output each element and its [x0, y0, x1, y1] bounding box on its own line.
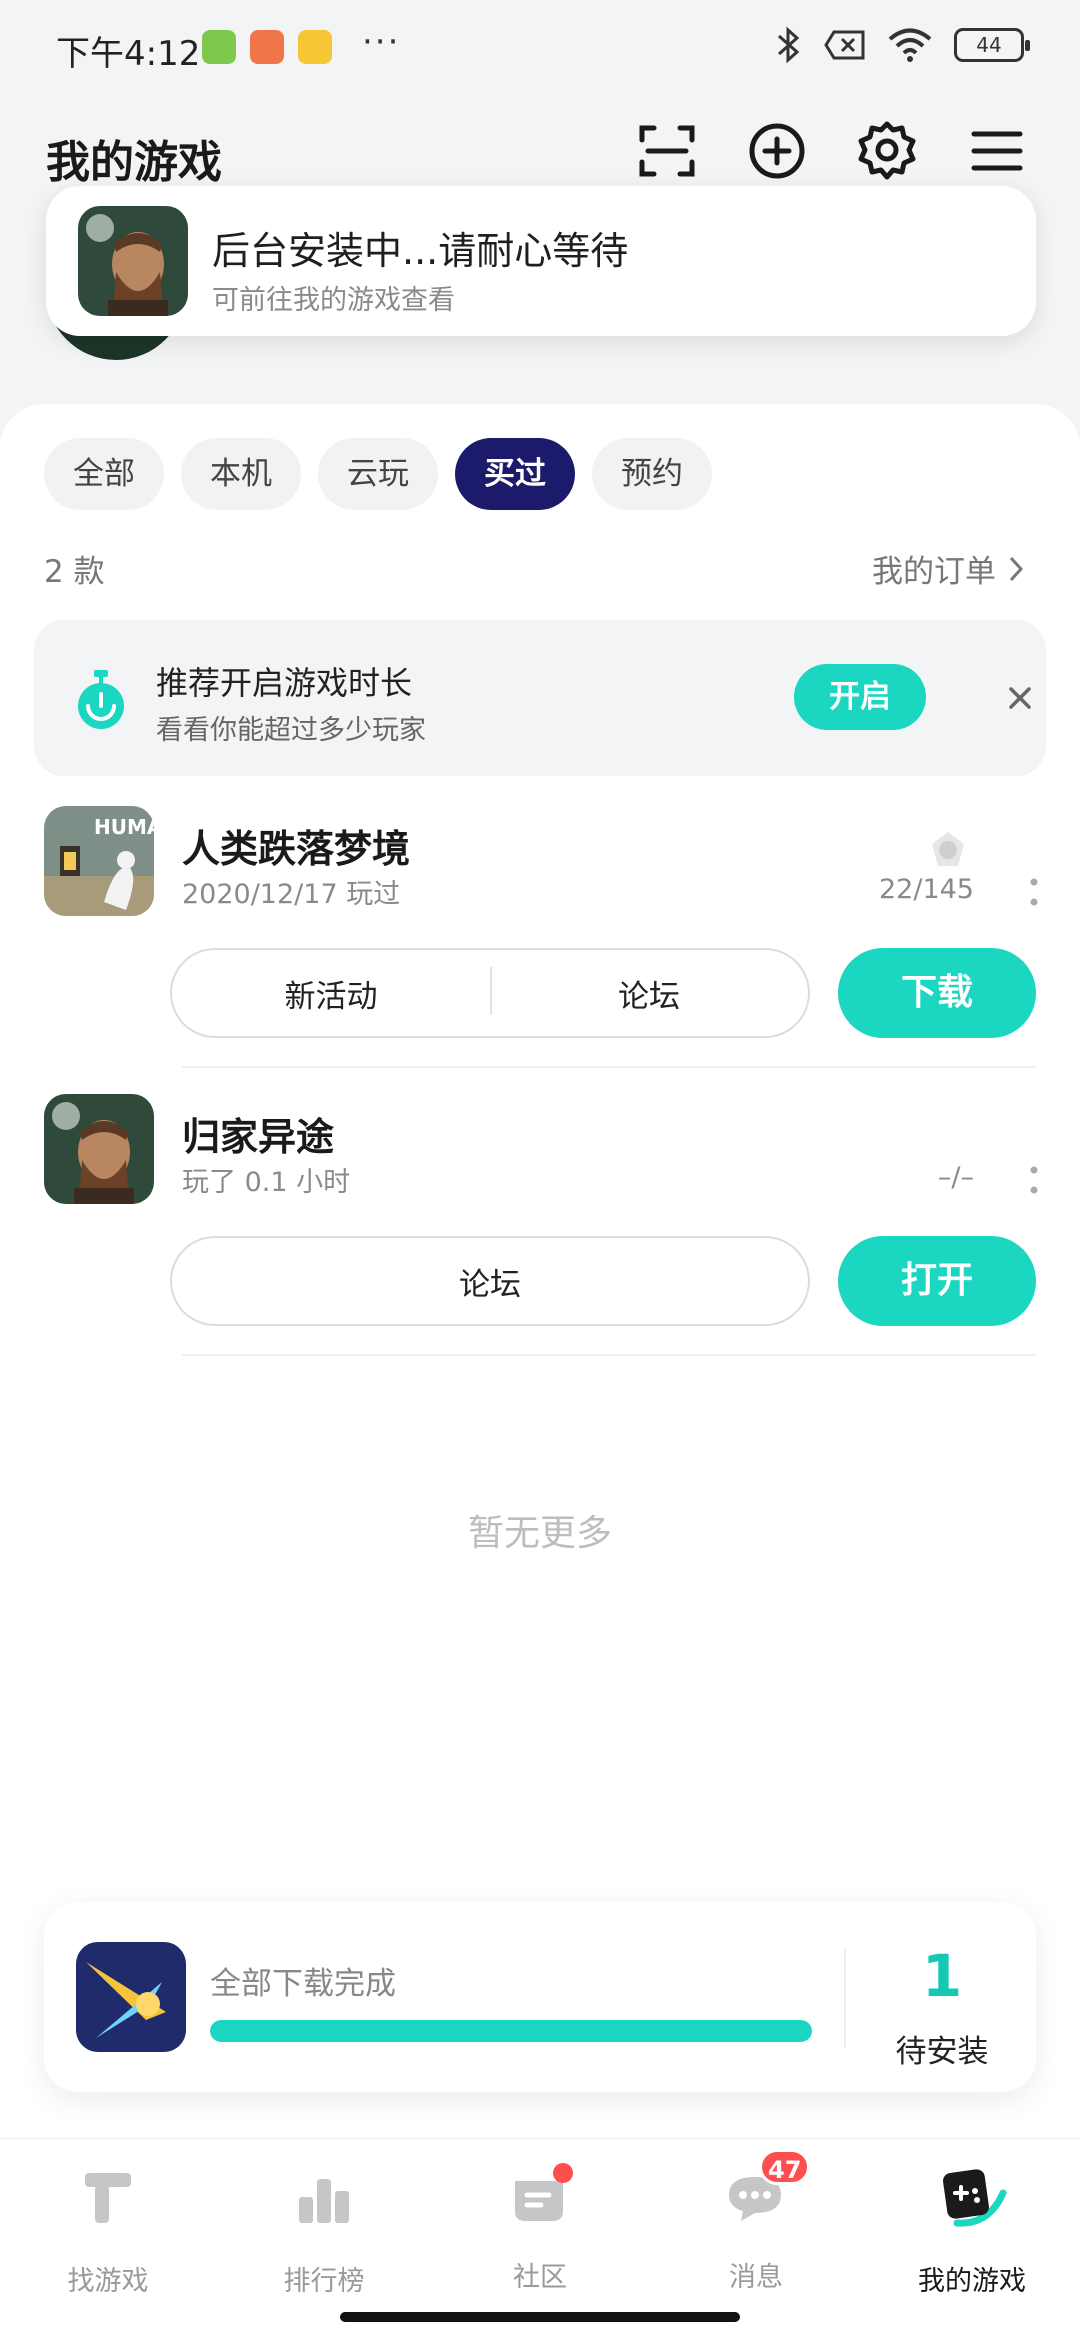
more-notifications-icon: ··· [362, 22, 401, 62]
game-cover-icon: HUMAN [44, 806, 154, 916]
divider [844, 1948, 846, 2048]
tab-local[interactable]: 本机 [181, 438, 301, 510]
svg-text:HUMAN: HUMAN [94, 815, 154, 839]
download-app-icon [202, 30, 236, 64]
promo-subtitle: 看看你能超过多少玩家 [156, 715, 426, 746]
nav-community[interactable]: 社区 [432, 2163, 648, 2294]
menu-icon[interactable] [966, 120, 1028, 182]
game-links: 新活动 论坛 [170, 948, 810, 1038]
bottom-nav: 找游戏 排行榜 社区 47 消息 我的游戏 [0, 2138, 1080, 2340]
community-icon [505, 2163, 575, 2233]
promo-title: 推荐开启游戏时长 [156, 664, 413, 702]
status-bar: 下午4:12 ··· 44 [0, 0, 1080, 92]
tab-cloud[interactable]: 云玩 [318, 438, 438, 510]
tab-purchased[interactable]: 买过 [455, 438, 575, 510]
achievement-progress: 22/145 [879, 874, 974, 905]
nav-find-game[interactable]: 找游戏 [0, 2163, 216, 2298]
status-time: 下午4:12 [56, 34, 201, 74]
ranking-icon [299, 2167, 349, 2223]
home-indicator [340, 2312, 740, 2322]
settings-icon[interactable] [856, 120, 918, 182]
install-toast[interactable]: 后台安装中...请耐心等待 可前往我的游戏查看 [46, 186, 1036, 336]
pending-install-label: 待安装 [895, 2034, 989, 2070]
nav-label: 社区 [513, 2262, 567, 2293]
find-game-icon [85, 2173, 131, 2223]
nav-ranking[interactable]: 排行榜 [216, 2163, 432, 2298]
stopwatch-icon [78, 670, 124, 729]
message-count-badge: 47 [759, 2149, 811, 2185]
forum-button[interactable]: 论坛 [490, 966, 808, 1016]
game-count: 2 款 [44, 554, 105, 590]
my-orders-link[interactable]: 我的订单 [872, 546, 1024, 591]
game-title: 归家异途 [182, 1115, 335, 1159]
more-options-icon[interactable] [1030, 1166, 1038, 1194]
nav-label: 我的游戏 [918, 2266, 1026, 2297]
bluetooth-icon [778, 26, 800, 64]
battery-icon: 44 [954, 28, 1030, 62]
no-more-text: 暂无更多 [467, 1513, 612, 1554]
playtime: 玩了 0.1 小时 [182, 1167, 351, 1198]
game-title: 人类跌落梦境 [182, 827, 411, 871]
game-row[interactable]: HUMAN 人类跌落梦境 2020/12/17 玩过 22/145 新活动 论坛… [0, 806, 1080, 1068]
chevron-right-icon [1009, 556, 1024, 581]
pending-install-count: 1 [921, 1942, 963, 2010]
game-cover-icon [76, 1942, 186, 2052]
nav-messages[interactable]: 47 消息 [648, 2149, 864, 2294]
download-status: 全部下载完成 [210, 1966, 396, 2002]
notification-dot [553, 2163, 573, 2183]
nav-my-games[interactable]: 我的游戏 [864, 2163, 1080, 2298]
forum-button[interactable]: 论坛 [172, 1259, 808, 1304]
no-sim-icon [824, 30, 865, 60]
game-links: 论坛 [170, 1236, 810, 1326]
games-panel: 全部 本机 云玩 买过 预约 2 款 我的订单 推荐开启游戏时长 看看你能超过多… [0, 404, 1080, 2144]
message-icon: 47 [721, 2149, 811, 2233]
download-progress-fill [210, 2020, 812, 2042]
game-cover-icon [78, 206, 188, 316]
divider [182, 1354, 1036, 1356]
meituan-app-icon [298, 30, 332, 64]
more-options-icon[interactable] [1030, 878, 1038, 906]
scan-icon[interactable] [636, 120, 698, 182]
download-button[interactable]: 下载 [838, 948, 1036, 1038]
tab-reserved[interactable]: 预约 [592, 438, 712, 510]
new-events-button[interactable]: 新活动 [172, 971, 490, 1016]
my-games-icon [943, 2169, 1007, 2227]
nav-label: 消息 [729, 2262, 783, 2293]
nav-label: 找游戏 [67, 2266, 149, 2297]
enable-playtime-button[interactable]: 开启 [794, 664, 926, 730]
page-title: 我的游戏 [46, 137, 222, 188]
download-manager-card[interactable]: 全部下载完成 1 待安装 [44, 1902, 1036, 2092]
playtime-promo: 推荐开启游戏时长 看看你能超过多少玩家 开启 [34, 620, 1046, 776]
toast-title: 后台安装中...请耐心等待 [212, 229, 629, 273]
close-icon[interactable] [998, 676, 1042, 720]
achievement-progress: –/– [937, 1162, 974, 1193]
game-cover-icon [44, 1094, 154, 1204]
open-button[interactable]: 打开 [838, 1236, 1036, 1326]
add-icon[interactable] [746, 120, 808, 182]
wifi-icon [888, 28, 932, 62]
my-orders-label: 我的订单 [872, 554, 996, 590]
shop-app-icon [250, 30, 284, 64]
download-progress-bar [210, 2020, 812, 2042]
nav-label: 排行榜 [283, 2266, 365, 2297]
tab-all[interactable]: 全部 [44, 438, 164, 510]
toast-subtitle: 可前往我的游戏查看 [212, 285, 455, 316]
achievement-trophy-icon [932, 832, 964, 866]
last-played: 2020/12/17 玩过 [182, 879, 401, 910]
game-row[interactable]: 归家异途 玩了 0.1 小时 –/– 论坛 打开 [0, 1094, 1080, 1356]
divider [182, 1066, 1036, 1068]
filter-tabs: 全部 本机 云玩 买过 预约 [44, 438, 712, 510]
